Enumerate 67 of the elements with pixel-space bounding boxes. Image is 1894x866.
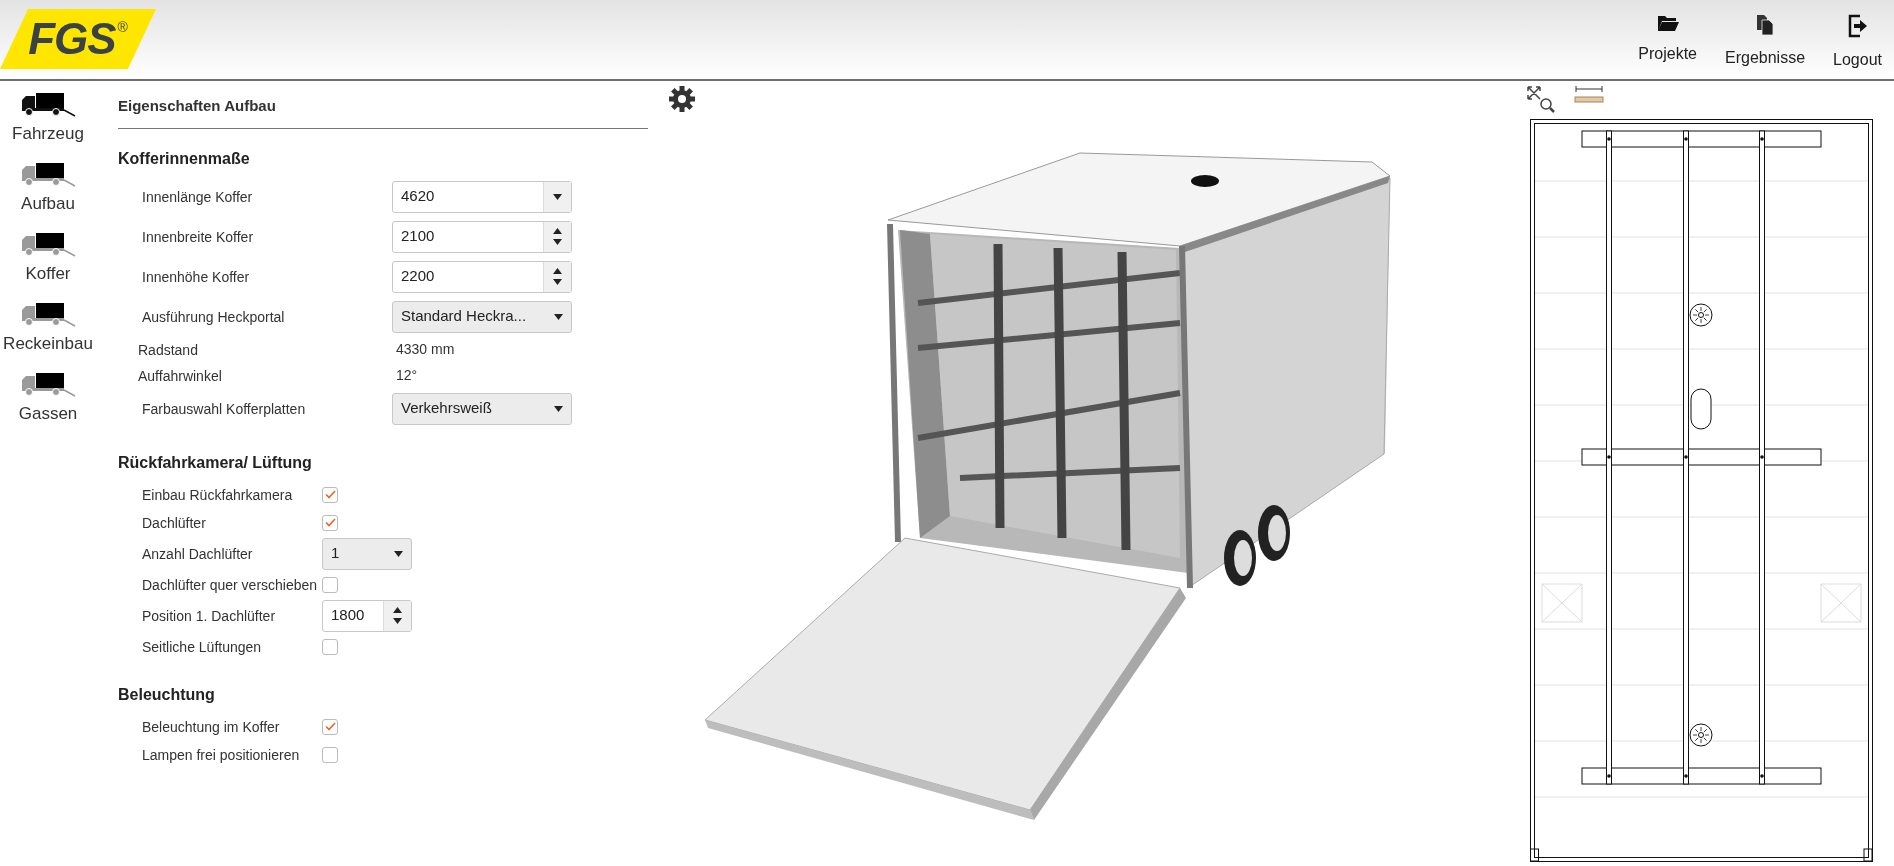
checkbox[interactable]	[322, 576, 338, 593]
caret-icon	[553, 239, 562, 245]
truck-icon	[20, 371, 76, 397]
dropdown-select[interactable]: 4620	[392, 180, 572, 213]
panel-title: Eigenschaften Aufbau	[118, 95, 648, 129]
sidebar-item[interactable]: Gassen	[0, 371, 96, 441]
dropdown-select[interactable]: 1	[322, 537, 412, 570]
logo: FGS®	[0, 9, 156, 69]
check-icon	[324, 490, 336, 499]
field-label: Seitliche Lüftungen	[142, 638, 262, 655]
checkbox[interactable]	[322, 746, 338, 763]
readout-value: 12°	[395, 366, 418, 385]
check-icon	[324, 722, 336, 731]
caret-icon	[554, 313, 563, 320]
number-field[interactable]: 2200	[392, 260, 572, 293]
truck-icon	[20, 161, 76, 187]
nav-button[interactable]: Projekte	[1638, 14, 1697, 72]
sidebar-item[interactable]: Koffer	[0, 231, 96, 301]
field-label: Auffahrwinkel	[138, 367, 222, 384]
folder-icon	[1656, 14, 1679, 32]
field-label: Innenlänge Koffer	[142, 188, 253, 205]
section-heading: Kofferinnenmaße	[118, 148, 251, 169]
truck-icon	[20, 231, 76, 257]
dropdown-select[interactable]: Verkehrsweiß	[392, 392, 572, 425]
readout-value: 4330 mm	[395, 340, 455, 359]
field-label: Innenbreite Koffer	[142, 228, 254, 245]
field-label: Beleuchtung im Koffer	[142, 718, 280, 735]
up-caret-icon	[553, 228, 562, 234]
checkbox[interactable]	[322, 718, 338, 735]
caret-icon	[553, 193, 562, 200]
caret-icon	[393, 618, 402, 624]
checkbox[interactable]	[322, 486, 338, 503]
field-label: Dachlüfter	[142, 514, 206, 531]
field-label: Anzahl Dachlüfter	[142, 545, 253, 562]
caret-icon	[394, 550, 403, 557]
sidebar-item[interactable]: Aufbau	[0, 161, 96, 231]
caret-icon	[553, 279, 562, 285]
checkbox[interactable]	[322, 514, 338, 531]
nav-button[interactable]: Logout	[1833, 14, 1882, 72]
checkbox[interactable]	[322, 638, 338, 655]
check-icon	[324, 518, 336, 527]
field-label: Farbauswahl Kofferplatten	[142, 400, 306, 417]
caret-icon	[554, 405, 563, 412]
field-label: Radstand	[138, 341, 198, 358]
section-heading: Rückfahrkamera/ Lüftung	[118, 452, 313, 473]
field-label: Einbau Rückfahrkamera	[142, 486, 293, 503]
number-field[interactable]: 1800	[322, 599, 412, 632]
dropdown-select[interactable]: Standard Heckra...	[392, 300, 572, 333]
sidebar-item[interactable]: Reckeinbau	[0, 301, 96, 371]
up-caret-icon	[553, 268, 562, 274]
field-label: Innenhöhe Koffer	[142, 268, 250, 285]
measure-icon[interactable]	[1574, 85, 1604, 105]
number-field[interactable]: 2100	[392, 220, 572, 253]
sidebar-item[interactable]: Fahrzeug	[0, 91, 96, 161]
copy-icon	[1756, 14, 1775, 36]
up-caret-icon	[393, 607, 402, 613]
zoom-extents-icon[interactable]	[1526, 85, 1556, 113]
truck-icon	[20, 91, 76, 117]
section-heading: Beleuchtung	[118, 684, 216, 705]
settings-icon[interactable]	[668, 85, 696, 113]
logout-icon	[1847, 14, 1868, 38]
nav-button[interactable]: Ergebnisse	[1725, 14, 1806, 72]
field-label: Position 1. Dachlüfter	[142, 607, 276, 624]
field-label: Ausführung Heckportal	[142, 308, 285, 325]
truck-icon	[20, 301, 76, 327]
field-label: Lampen frei positionieren	[142, 746, 300, 763]
field-label: Dachlüfter quer verschieben	[142, 576, 318, 593]
